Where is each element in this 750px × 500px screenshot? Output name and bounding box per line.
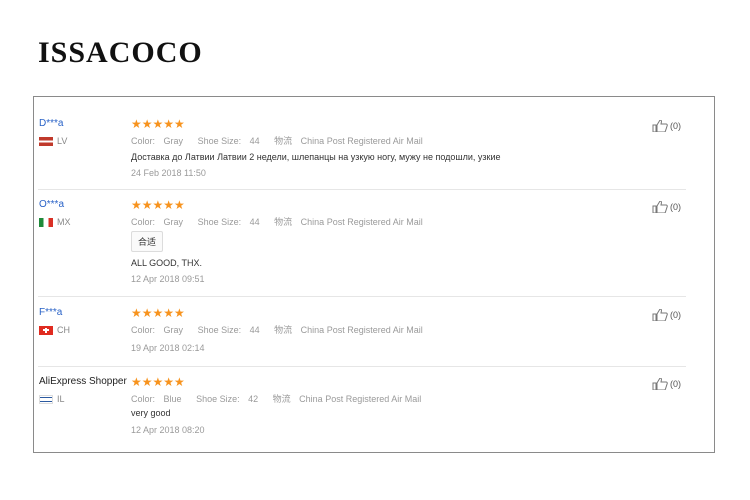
star-rating: ★★★★★ [131, 117, 185, 131]
helpful-count: (0) [670, 310, 681, 320]
country-code: IL [57, 394, 65, 404]
helpful-button[interactable]: (0) [652, 378, 681, 390]
helpful-count: (0) [670, 379, 681, 389]
review-date: 24 Feb 2018 11:50 [131, 168, 206, 178]
helpful-button[interactable]: (0) [652, 120, 681, 132]
reviewer-name[interactable]: O***a [39, 199, 64, 210]
star-rating: ★★★★★ [131, 198, 185, 212]
country-code: LV [57, 136, 68, 146]
shipping-value: China Post Registered Air Mail [300, 136, 423, 146]
review-attributes: Color: Gray Shoe Size: 44 物流 China Post … [131, 325, 423, 335]
flag-mexico-icon [39, 217, 53, 227]
color-value: Gray [163, 217, 184, 227]
brand-logo: ISSACOCO [38, 36, 203, 69]
star-rating: ★★★★★ [131, 375, 185, 389]
flag-israel-icon [39, 394, 53, 404]
country-code: CH [57, 325, 70, 335]
shoe-size-value: 44 [249, 136, 260, 146]
thumbs-up-icon [652, 309, 668, 321]
shipping-value: China Post Registered Air Mail [300, 217, 423, 227]
reviewer-country: MX [39, 217, 71, 227]
review-date: 12 Apr 2018 09:51 [131, 274, 205, 284]
color-value: Gray [163, 136, 184, 146]
review-date: 19 Apr 2018 02:14 [131, 343, 205, 353]
review-attributes: Color: Blue Shoe Size: 42 物流 China Post … [131, 394, 422, 404]
reviewer-name[interactable]: D***a [39, 118, 63, 129]
review-text: Доставка до Латвии Латвии 2 недели, шлеп… [131, 152, 501, 162]
thumbs-up-icon [652, 120, 668, 132]
shipping-value: China Post Registered Air Mail [300, 325, 423, 335]
reviewer-country: CH [39, 325, 70, 335]
reviewer-country: LV [39, 136, 67, 146]
review-attributes: Color: Gray Shoe Size: 44 物流 China Post … [131, 217, 423, 227]
divider [38, 366, 686, 367]
thumbs-up-icon [652, 378, 668, 390]
review-text: ALL GOOD, THX. [131, 258, 203, 268]
review-tag: 合适 [131, 231, 164, 252]
divider [38, 189, 686, 190]
helpful-button[interactable]: (0) [652, 309, 681, 321]
helpful-button[interactable]: (0) [652, 201, 681, 213]
flag-latvia-icon [39, 136, 53, 146]
shoe-size-value: 42 [248, 394, 259, 404]
color-value: Blue [163, 394, 182, 404]
country-code: MX [57, 217, 71, 227]
review-date: 12 Apr 2018 08:20 [131, 425, 205, 435]
thumbs-up-icon [652, 201, 668, 213]
review-text: very good [131, 408, 171, 418]
star-rating: ★★★★★ [131, 306, 185, 320]
helpful-count: (0) [670, 202, 681, 212]
review-attributes: Color: Gray Shoe Size: 44 物流 China Post … [131, 136, 423, 146]
reviewer-name[interactable]: AliExpress Shopper [39, 376, 127, 387]
color-value: Gray [163, 325, 184, 335]
reviews-panel: D***a LV ★★★★★ Color: Gray Shoe Size: 44… [33, 96, 715, 453]
reviewer-name[interactable]: F***a [39, 307, 62, 318]
shipping-value: China Post Registered Air Mail [299, 394, 422, 404]
reviewer-country: IL [39, 394, 65, 404]
flag-switzerland-icon [39, 325, 53, 335]
divider [38, 296, 686, 297]
shoe-size-value: 44 [249, 217, 260, 227]
shoe-size-value: 44 [249, 325, 260, 335]
helpful-count: (0) [670, 121, 681, 131]
